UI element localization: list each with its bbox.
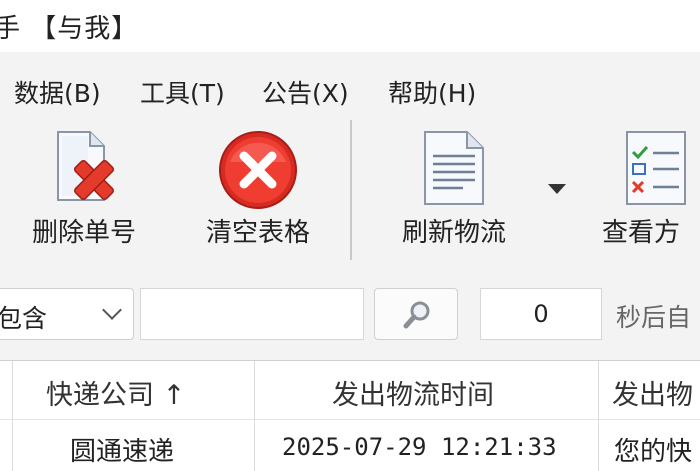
cell-send-time[interactable]: 2025-07-29 12:21:33 <box>282 433 592 461</box>
view-method-label: 查看方 <box>602 218 681 248</box>
column-header-send-info[interactable]: 发出物 <box>612 373 700 412</box>
menu-help[interactable]: 帮助(H) <box>388 74 476 110</box>
clear-table-label: 清空表格 <box>205 218 310 248</box>
delete-tracking-button[interactable]: 删除单号 <box>16 114 152 264</box>
checklist-icon <box>621 128 691 212</box>
column-divider <box>254 361 255 471</box>
delete-tracking-label: 删除单号 <box>31 218 136 248</box>
toolbar-separator <box>350 120 352 260</box>
search-icon <box>403 301 430 329</box>
dropdown-arrow-icon[interactable] <box>548 184 566 194</box>
delete-document-icon <box>44 128 124 212</box>
cell-company[interactable]: 圆通速递 <box>70 431 250 468</box>
menu-tools[interactable]: 工具(T) <box>140 74 225 110</box>
column-header-company[interactable]: 快递公司 ↑ <box>46 373 246 412</box>
search-button[interactable] <box>374 288 458 340</box>
clear-red-x-icon <box>216 128 300 216</box>
menu-data[interactable]: 数据(B) <box>14 74 101 110</box>
match-mode-select[interactable]: 包含 <box>0 288 134 340</box>
seconds-label: 秒后自 <box>616 303 692 332</box>
header-divider <box>0 419 700 420</box>
chevron-down-icon <box>102 300 122 320</box>
refresh-document-icon <box>417 128 491 212</box>
column-divider <box>12 361 13 471</box>
menu-bar: 数据(B) 工具(T) 公告(X) 帮助(H) <box>0 64 700 114</box>
window-title: 手 【与我】 <box>0 14 139 44</box>
column-divider <box>598 361 599 471</box>
view-method-button[interactable]: 查看方 <box>596 114 700 264</box>
refresh-logistics-label: 刷新物流 <box>401 218 506 248</box>
clear-table-button[interactable]: 清空表格 <box>188 114 328 264</box>
results-table: 快递公司 ↑ 发出物流时间 发出物 圆通速递 2025-07-29 12:21:… <box>0 360 700 471</box>
menu-notice[interactable]: 公告(X) <box>262 74 349 110</box>
title-bar: 手 【与我】 <box>0 0 700 52</box>
refresh-logistics-button[interactable]: 刷新物流 <box>384 114 524 264</box>
match-mode-value: 包含 <box>0 304 48 333</box>
search-input[interactable] <box>140 288 364 340</box>
column-header-send-time[interactable]: 发出物流时间 <box>332 373 572 412</box>
cell-send-info[interactable]: 您的快 <box>614 431 700 468</box>
seconds-input[interactable]: 0 <box>480 288 602 340</box>
